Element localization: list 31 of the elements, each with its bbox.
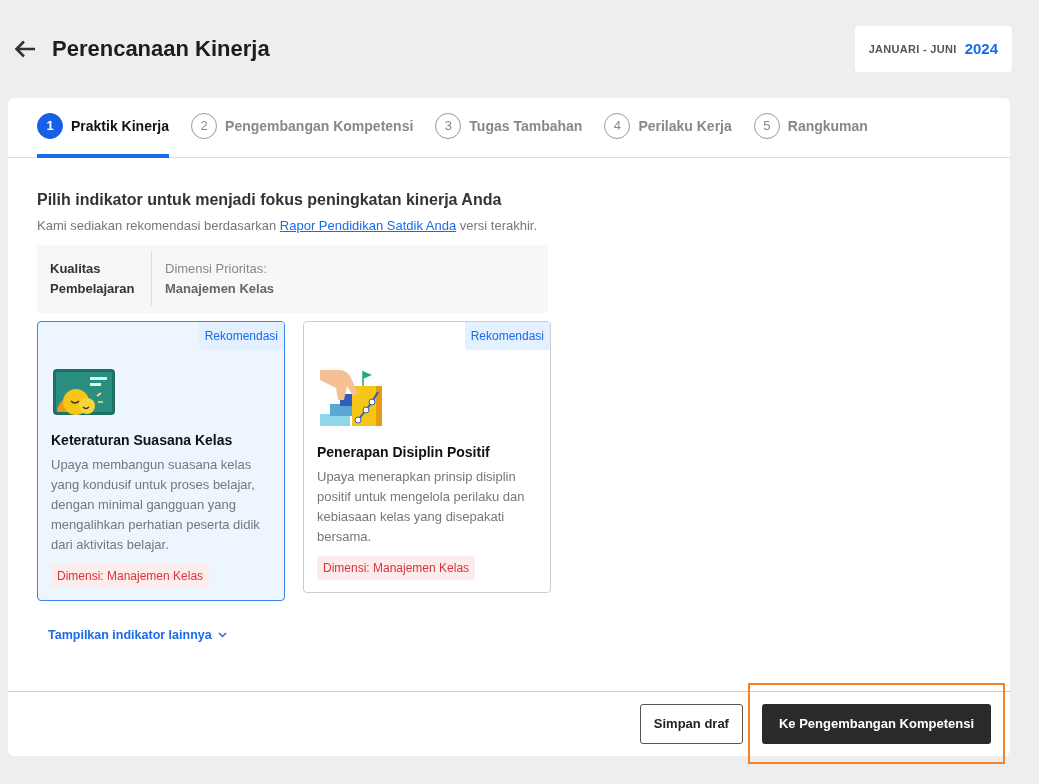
page-title: Perencanaan Kinerja xyxy=(52,35,270,63)
section-heading: Pilih indikator untuk menjadi fokus peningkatan kinerja Anda xyxy=(37,190,503,210)
indicator-description: Upaya membangun suasana kelas yang kondusif untuk proses belajar, dengan minimal gangguan yang mengalihkan perhatian peserta didik dari aktivitas belajar. xyxy=(51,455,261,554)
report-link[interactable]: Rapor Pendidikan Satdik Anda xyxy=(279,218,457,233)
step-tab[interactable]: 4 Perilaku Kerja xyxy=(604,98,732,158)
dimension-label: Dimensi Prioritas: xyxy=(165,259,268,278)
dimension-tag: Dimensi: Manajemen Kelas xyxy=(51,563,210,588)
period-label: JANUARI - JUNI xyxy=(868,41,957,57)
indicator-description: Upaya menerapkan prinsip disiplin positif untuk mengelola perilaku dan kebiasaan kelas yang disepakati bersama. xyxy=(317,467,526,546)
section-intro: Kami sediakan rekomendasi berdasarkan Rapor Pendidikan Satdik Anda versi terakhir. xyxy=(37,217,539,235)
indicator-title: Penerapan Disiplin Positif xyxy=(317,442,491,462)
chevron-down-icon xyxy=(217,631,227,638)
step-tab[interactable]: 1 Praktik Kinerja xyxy=(37,98,170,158)
stairs-drawing xyxy=(318,367,384,428)
classroom-drawing xyxy=(52,367,116,416)
indicator-card[interactable] xyxy=(37,320,285,601)
dimension-tag: Dimensi: Manajemen Kelas xyxy=(317,555,476,580)
priority-category: Kualitas Pembelajaran xyxy=(50,251,152,306)
step-tab[interactable]: 5 Rangkuman xyxy=(753,98,868,158)
save-draft-button[interactable]: Simpan draf xyxy=(639,704,743,744)
show-more-link[interactable]: Tampilkan indikator lainnya xyxy=(48,625,227,645)
step-tab[interactable]: 3 Tugas Tambahan xyxy=(435,98,583,158)
step-tab[interactable]: 2 Pengembangan Kompetensi xyxy=(191,98,414,158)
next-step-button[interactable]: Ke Pengembangan Kompetensi xyxy=(761,704,991,744)
period-year: 2024 xyxy=(964,38,998,59)
back-arrow-icon[interactable] xyxy=(14,40,36,58)
dimension-value: Manajemen Kelas xyxy=(165,279,275,298)
recommendation-badge: Rekomendasi xyxy=(464,321,550,350)
indicator-card[interactable]: Rekomendasi Penerapan Disiplin Positif Upaya menerapkan prinsip disiplin positif untuk mengelola perilaku dan kebiasaan kelas yang disepakati bersama. Dimensi: Manajemen Kelas xyxy=(303,320,551,593)
recommendation-badge: Rekomendasi xyxy=(198,321,284,350)
indicator-title: Keteraturan Suasana Kelas xyxy=(51,430,234,450)
